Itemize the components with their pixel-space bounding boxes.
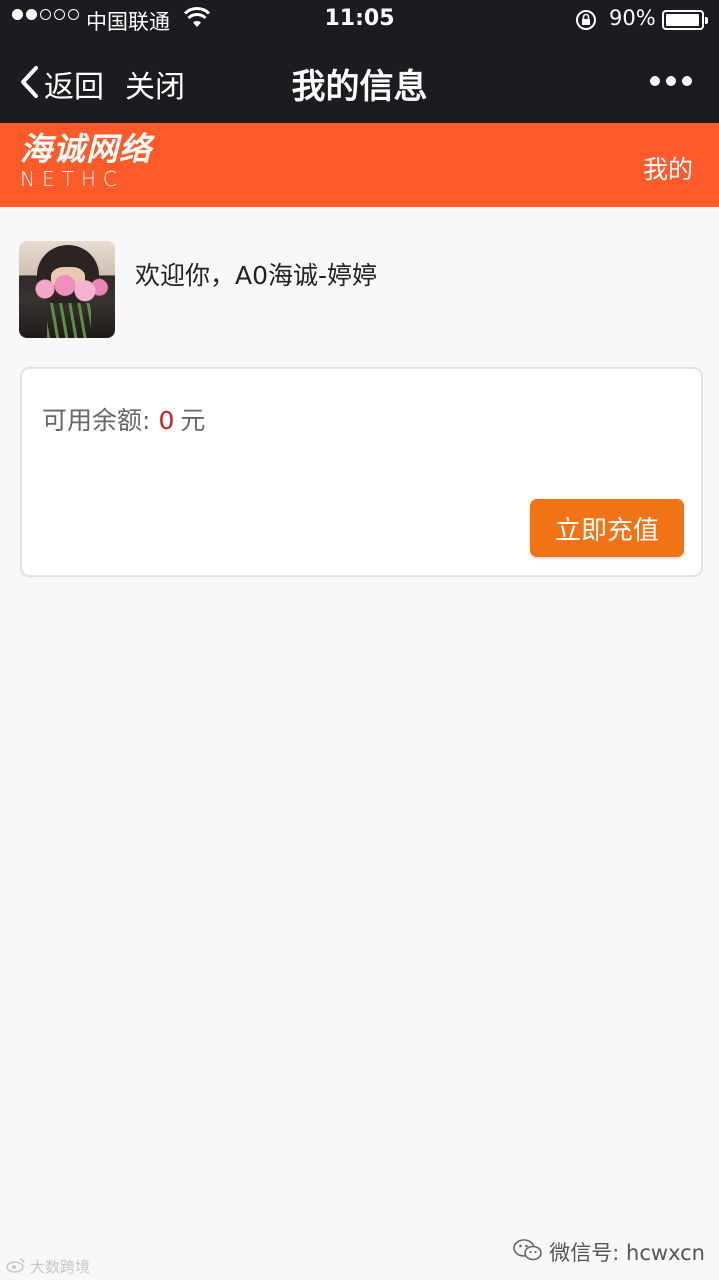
watermark-right-text: 微信号: hcwxcn: [549, 1241, 705, 1265]
page-title: 我的信息: [291, 67, 428, 107]
logo-english-text: NETHC: [20, 167, 124, 191]
logo-chinese-text: 海诚网络: [20, 130, 153, 168]
wechat-icon: [513, 1238, 543, 1267]
watermark-left: 大数跨境: [6, 1256, 90, 1277]
rotation-lock-icon: [574, 9, 598, 35]
recharge-button[interactable]: 立即充值: [530, 499, 684, 557]
status-bar: 中国联通 11:05 90%: [0, 0, 719, 40]
battery-icon: [662, 10, 708, 30]
balance-unit: 元: [180, 406, 206, 435]
balance-line: 可用余额: 0 元: [42, 401, 205, 437]
page: 中国联通 11:05 90% 返回 关闭 我的信息 海诚网络 NETHC 我的 …: [0, 0, 719, 1280]
watermark-right: 微信号: hcwxcn: [513, 1237, 705, 1267]
weibo-icon: [6, 1257, 26, 1277]
brand-header: 海诚网络 NETHC 我的: [0, 123, 719, 207]
more-options-icon[interactable]: [650, 76, 692, 86]
nav-bar: 返回 关闭 我的信息: [0, 40, 719, 123]
balance-label: 可用余额:: [42, 406, 151, 435]
balance-card: 可用余额: 0 元 立即充值: [20, 367, 703, 577]
battery-percent: 90%: [609, 6, 656, 30]
brand-logo: 海诚网络 NETHC: [20, 133, 152, 189]
avatar: [19, 241, 115, 338]
watermark-left-text: 大数跨境: [30, 1258, 91, 1276]
mine-link[interactable]: 我的: [643, 150, 693, 186]
balance-value: 0: [158, 406, 175, 435]
welcome-text: 欢迎你，A0海诚-婷婷: [135, 261, 378, 290]
